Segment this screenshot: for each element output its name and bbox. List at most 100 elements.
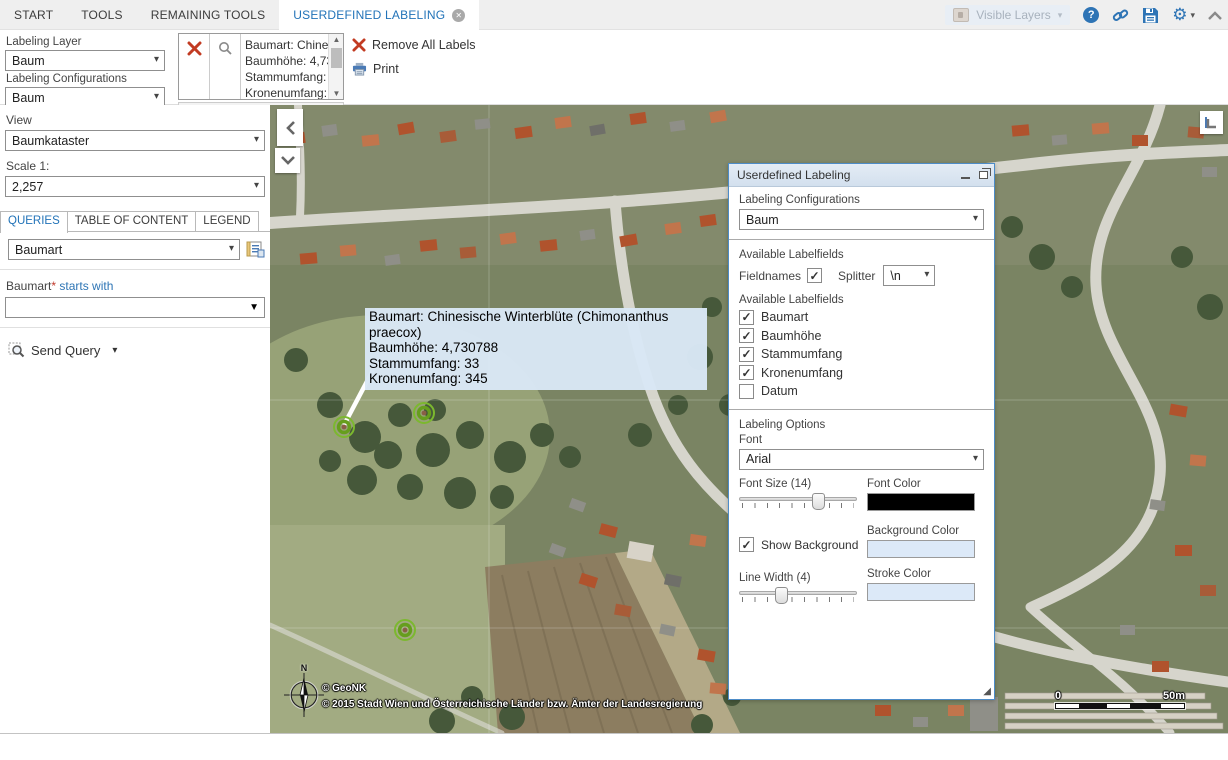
save-icon[interactable]: [1142, 7, 1159, 24]
map-canvas[interactable]: Baumart: Chinesische Winterblüte (Chimon…: [270, 105, 1228, 733]
collapse-sidebar-button[interactable]: [277, 109, 303, 146]
panel-labeling-config-select[interactable]: Baum ▾: [739, 209, 984, 230]
chevron-down-icon: ▾: [973, 213, 978, 224]
callout-line: Stammumfang: 33: [369, 356, 703, 372]
label-list-vertical-scrollbar[interactable]: ▲ ▼: [328, 34, 343, 99]
scroll-down-icon[interactable]: ▼: [329, 89, 344, 98]
line-width-slider-thumb[interactable]: [775, 587, 788, 604]
datum-checkbox[interactable]: [739, 384, 754, 399]
stammumfang-checkbox[interactable]: ✓: [739, 347, 754, 362]
tab-tools[interactable]: TOOLS: [67, 0, 136, 30]
label-list-text[interactable]: Baumart: Chinesis... Baumhöhe: 4,730... …: [241, 34, 328, 99]
stroke-color-swatch[interactable]: [867, 583, 975, 601]
link-icon[interactable]: [1112, 7, 1129, 24]
visible-layers-button[interactable]: Visible Layers ▾: [945, 5, 1070, 25]
label-list-line: Kronenumfang: 3...: [245, 85, 326, 99]
scale-select[interactable]: 2,257 ▾: [5, 176, 265, 197]
scale-value: 2,257: [12, 180, 43, 194]
tab-queries[interactable]: QUERIES: [0, 211, 68, 233]
panel-title-bar[interactable]: Userdefined Labeling: [729, 164, 994, 187]
restore-icon[interactable]: [979, 171, 988, 179]
tab-remaining-tools[interactable]: REMAINING TOOLS: [137, 0, 280, 30]
print-label: Print: [373, 62, 399, 76]
print-button[interactable]: Print: [352, 62, 476, 76]
show-background-checkbox[interactable]: ✓: [739, 537, 754, 552]
userdefined-labeling-panel: Userdefined Labeling Labeling Configurat…: [728, 163, 995, 700]
tab-start[interactable]: START: [0, 0, 67, 30]
label-zoom-button[interactable]: [210, 34, 241, 99]
view-select[interactable]: Baumkataster ▾: [5, 130, 265, 151]
fieldnames-checkbox[interactable]: ✓: [807, 268, 822, 283]
combobox-dropdown-icon[interactable]: ▼: [249, 302, 259, 313]
line-width-slider[interactable]: [739, 587, 857, 609]
magnifier-icon: [218, 41, 233, 56]
chevron-down-icon[interactable]: ▾: [112, 345, 117, 356]
tab-userdefined-labeling[interactable]: USERDEFINED LABELING ✕: [279, 0, 479, 30]
corner-icon: [1205, 116, 1218, 129]
label-remove-button[interactable]: [179, 34, 210, 99]
send-query-button[interactable]: Send Query ▾: [8, 342, 270, 358]
tab-legend[interactable]: LEGEND: [195, 211, 258, 231]
baumart-label: Baumart: [761, 310, 808, 324]
font-size-slider[interactable]: [739, 493, 857, 515]
tab-table-of-content-label: TABLE OF CONTENT: [75, 215, 189, 227]
scalebar-graphic: [1055, 703, 1185, 709]
ribbon-toolbar: Labeling Layer Baum ▾ Labeling Configura…: [0, 30, 1228, 105]
query-select[interactable]: Baumart ▾: [8, 239, 240, 260]
query-value-combobox[interactable]: ▼: [5, 297, 265, 318]
collapse-ribbon-icon[interactable]: [1208, 11, 1222, 20]
tab-tools-label: TOOLS: [81, 8, 122, 22]
chevron-down-icon: ▾: [229, 243, 234, 254]
minimize-icon[interactable]: [961, 177, 970, 179]
compass-rose: N: [284, 663, 324, 721]
scale-bar: 0 50m: [1055, 690, 1185, 709]
labeling-options-heading: Labeling Options: [739, 419, 984, 431]
attribution-line-2: © 2015 Stadt Wien und Österreichische Lä…: [322, 699, 702, 710]
filter-field-name: Baumart: [6, 279, 51, 293]
tab-close-icon[interactable]: ✕: [452, 9, 465, 22]
settings-gear-button[interactable]: ⚙ ▾: [1172, 7, 1195, 23]
chevron-down-icon: ▾: [924, 269, 929, 280]
scroll-up-icon[interactable]: ▲: [329, 35, 344, 44]
font-label: Font: [739, 434, 984, 446]
font-color-swatch[interactable]: [867, 493, 975, 511]
filter-operator: starts with: [59, 279, 113, 293]
field-row-datum: Datum: [739, 383, 984, 400]
field-row-baumhoehe: ✓ Baumhöhe: [739, 328, 984, 345]
labeling-config-label: Labeling Configurations: [6, 73, 165, 85]
font-size-slider-thumb[interactable]: [812, 493, 825, 510]
attribution-line-1: © GeoNK: [322, 683, 366, 694]
tab-table-of-content[interactable]: TABLE OF CONTENT: [67, 211, 197, 231]
labeling-layer-select[interactable]: Baum ▾: [5, 50, 165, 71]
font-select[interactable]: Arial ▾: [739, 449, 984, 470]
fieldnames-label: Fieldnames: [739, 269, 801, 283]
chevron-down-icon: [281, 156, 295, 165]
kronenumfang-checkbox[interactable]: ✓: [739, 365, 754, 380]
label-list-line: Stammumfang: 33: [245, 69, 326, 85]
labeling-layer-label: Labeling Layer: [6, 36, 165, 48]
baumhoehe-label: Baumhöhe: [761, 329, 821, 343]
overview-map-button[interactable]: [1200, 111, 1223, 134]
chevron-down-icon: ▾: [1190, 10, 1195, 21]
splitter-select[interactable]: \n ▾: [883, 265, 935, 286]
scrollbar-thumb[interactable]: [331, 48, 342, 68]
red-x-icon: [187, 41, 202, 56]
tab-userdefined-labeling-label: USERDEFINED LABELING: [293, 8, 445, 22]
view-value: Baumkataster: [12, 134, 89, 148]
baumart-checkbox[interactable]: ✓: [739, 310, 754, 325]
left-sidebar: View Baumkataster ▾ Scale 1: 2,257 ▾ QUE…: [0, 105, 270, 733]
resize-grip-icon[interactable]: ◢: [983, 686, 991, 697]
query-form-icon[interactable]: [246, 241, 265, 258]
collapse-down-button[interactable]: [275, 148, 300, 173]
datum-label: Datum: [761, 384, 798, 398]
font-color-label: Font Color: [867, 478, 984, 490]
background-color-swatch[interactable]: [867, 540, 975, 558]
chevron-down-icon: ▾: [254, 180, 259, 191]
tab-remaining-tools-label: REMAINING TOOLS: [151, 8, 266, 22]
help-icon[interactable]: ?: [1083, 7, 1099, 23]
remove-all-labels-button[interactable]: Remove All Labels: [352, 38, 476, 52]
show-background-label: Show Background: [761, 538, 858, 552]
background-color-label: Background Color: [867, 525, 984, 537]
required-asterisk: *: [51, 279, 56, 293]
baumhoehe-checkbox[interactable]: ✓: [739, 328, 754, 343]
